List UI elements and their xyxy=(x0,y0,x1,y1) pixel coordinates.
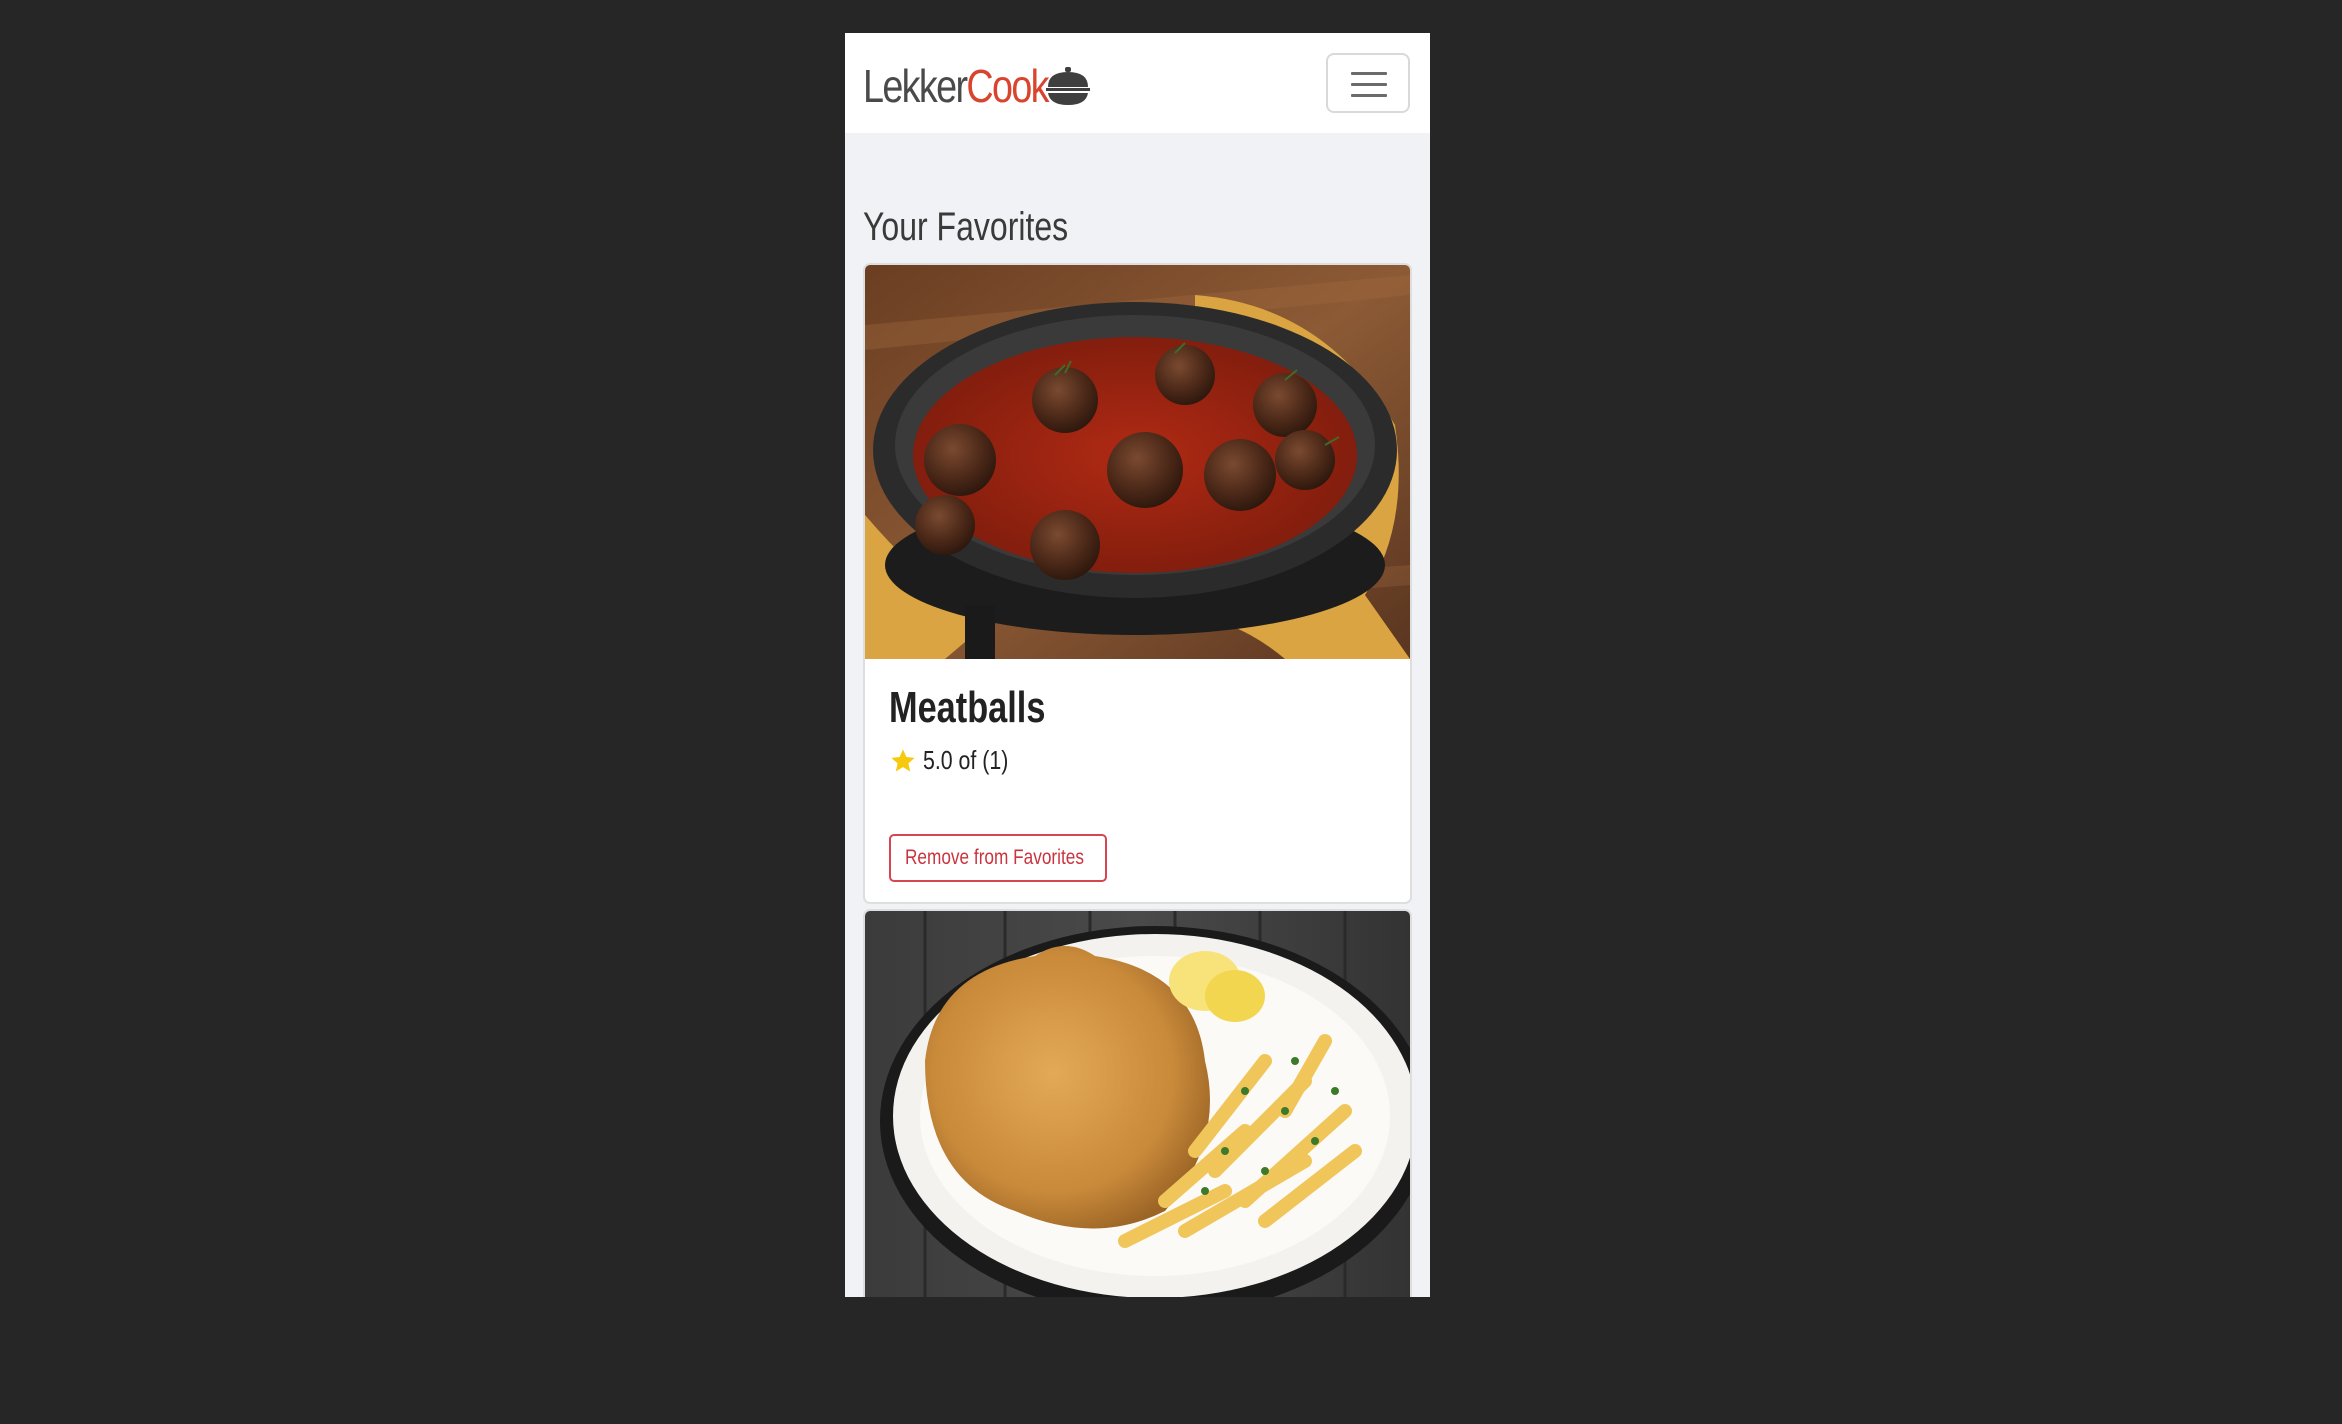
brand-name-part2: Cook xyxy=(966,60,1049,112)
remove-from-favorites-label: Remove from Favorites xyxy=(905,846,1084,869)
recipe-title[interactable]: Meatballs xyxy=(889,683,1045,733)
favorite-card xyxy=(863,909,1412,1297)
app-viewport: Lekker Cook Your Favorites Meatballs 5.0… xyxy=(845,33,1430,1297)
favorite-card: Meatballs 5.0 of (1) Remove from Favorit… xyxy=(863,263,1412,904)
remove-from-favorites-button[interactable]: Remove from Favorites xyxy=(889,834,1108,882)
brand-logo[interactable]: Lekker Cook xyxy=(863,60,1050,112)
hamburger-menu-icon xyxy=(1351,72,1387,75)
star-icon xyxy=(891,748,915,771)
bowl-icon xyxy=(1046,67,1090,105)
rating-text: 5.0 of (1) xyxy=(923,745,1009,775)
page-title: Your Favorites xyxy=(863,205,1069,249)
meatballs-in-tomato-sauce-photo[interactable] xyxy=(865,265,1410,659)
recipe-rating: 5.0 of (1) xyxy=(889,745,1027,776)
brand-name-part1: Lekker xyxy=(863,60,968,112)
schnitzel-with-fries-photo[interactable] xyxy=(865,911,1410,1297)
hamburger-menu-button[interactable] xyxy=(1326,53,1410,113)
navbar: Lekker Cook xyxy=(845,33,1430,133)
